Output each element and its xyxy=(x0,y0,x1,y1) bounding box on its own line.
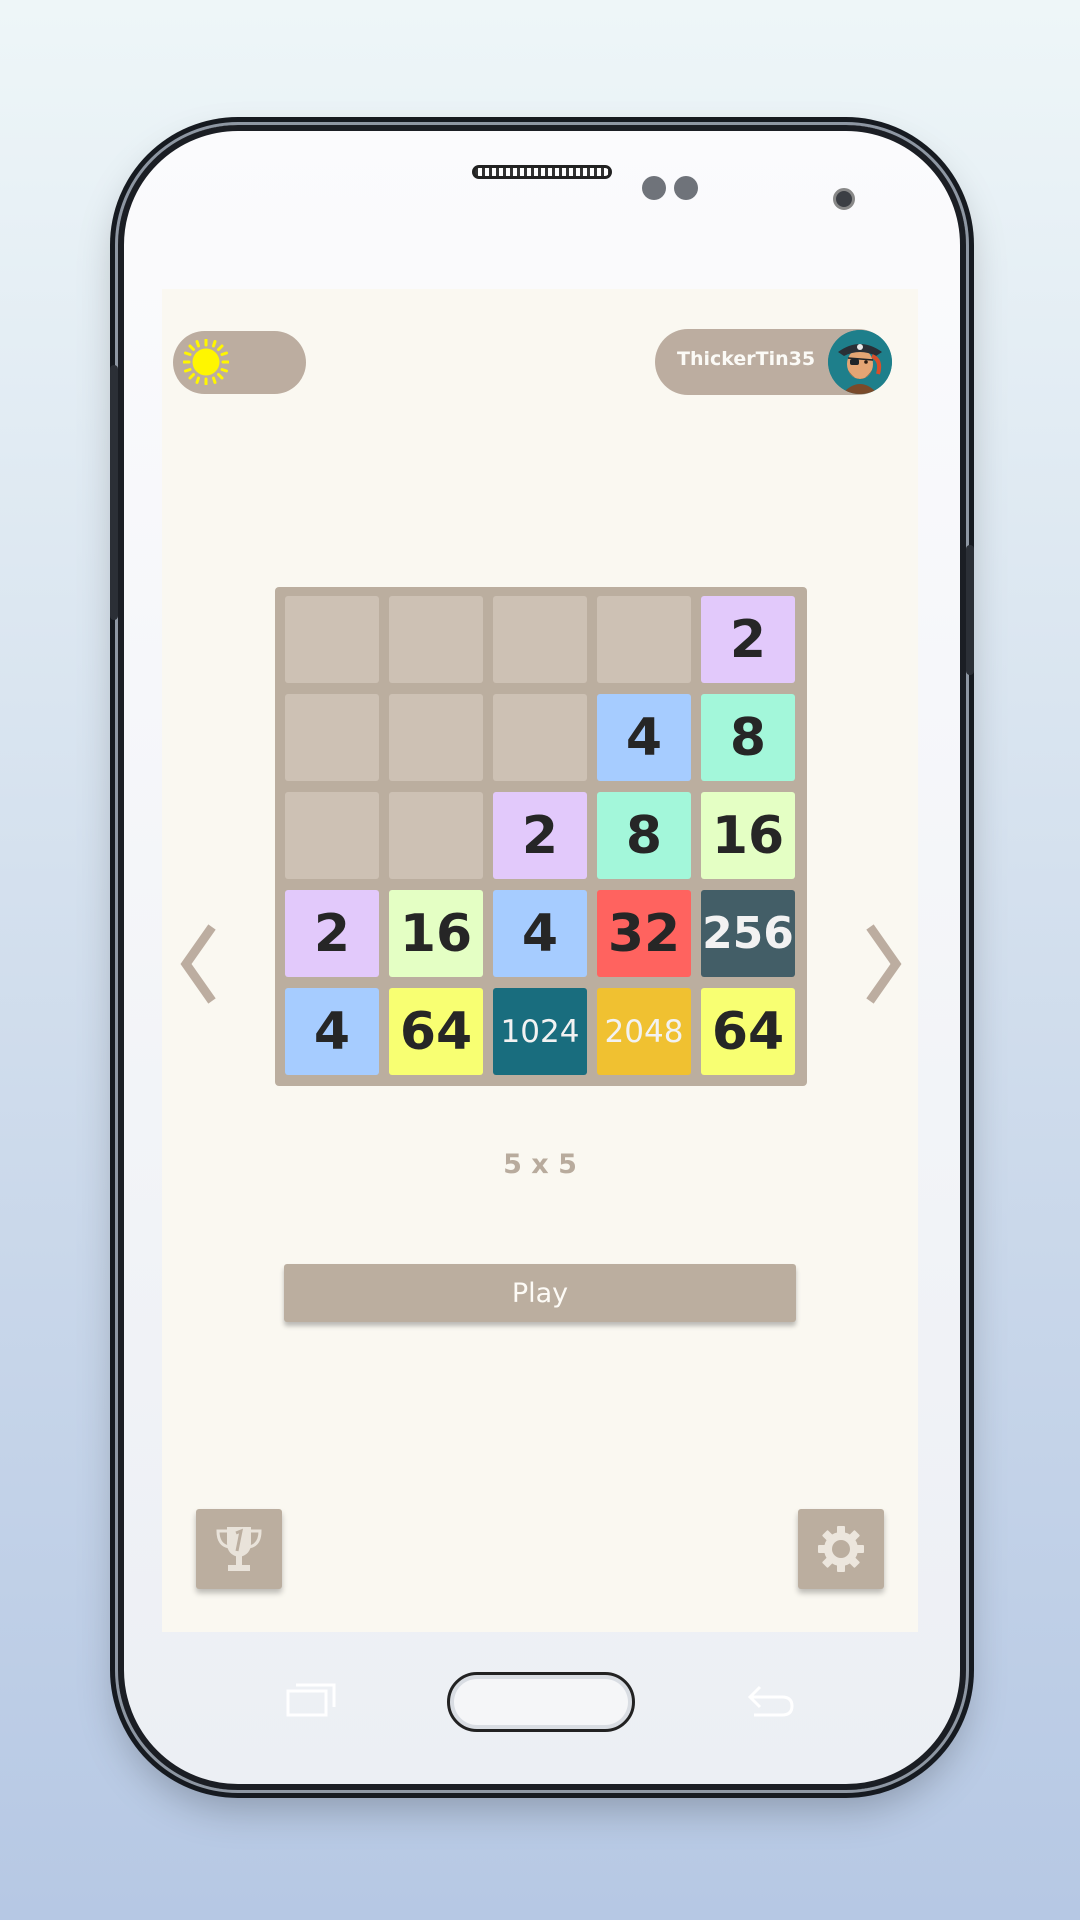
tile-2: 2 xyxy=(701,596,795,683)
tile-2: 2 xyxy=(285,890,379,977)
tile-256: 256 xyxy=(701,890,795,977)
recent-apps-icon[interactable] xyxy=(284,1677,338,1723)
tile-16: 16 xyxy=(701,792,795,879)
theme-toggle[interactable] xyxy=(173,331,306,394)
tile-2048: 2048 xyxy=(597,988,691,1075)
tile-64: 64 xyxy=(701,988,795,1075)
tile-8: 8 xyxy=(701,694,795,781)
user-profile-pill[interactable]: ThickerTin35 xyxy=(655,329,892,395)
game-screen: ThickerTin35 2 4 8 2 8 16 2 16 4 32 256 4 64 1024 2048… xyxy=(162,289,918,1632)
tile-2: 2 xyxy=(493,792,587,879)
proximity-sensor xyxy=(642,176,666,200)
avatar[interactable] xyxy=(828,330,892,394)
earpiece-speaker xyxy=(472,165,612,179)
front-camera xyxy=(833,188,855,210)
tile-32: 32 xyxy=(597,890,691,977)
tile-8: 8 xyxy=(597,792,691,879)
tile-empty xyxy=(597,596,691,683)
chevron-right-icon[interactable] xyxy=(858,919,908,1009)
gear-icon xyxy=(818,1526,864,1572)
pirate-avatar-icon xyxy=(828,330,892,394)
chevron-left-icon[interactable] xyxy=(174,919,224,1009)
tile-empty xyxy=(493,596,587,683)
tile-4: 4 xyxy=(493,890,587,977)
tile-64: 64 xyxy=(389,988,483,1075)
play-button[interactable]: Play xyxy=(284,1264,796,1322)
tile-empty xyxy=(285,694,379,781)
tile-4: 4 xyxy=(285,988,379,1075)
power-button xyxy=(966,545,974,675)
trophy-icon xyxy=(216,1527,262,1571)
tile-empty xyxy=(285,792,379,879)
home-button[interactable] xyxy=(447,1672,635,1732)
game-board[interactable]: 2 4 8 2 8 16 2 16 4 32 256 4 64 1024 2048 64 xyxy=(275,587,807,1086)
tile-empty xyxy=(285,596,379,683)
tile-empty xyxy=(493,694,587,781)
leaderboard-button[interactable] xyxy=(196,1509,282,1589)
sun-icon xyxy=(183,339,229,385)
tile-1024: 1024 xyxy=(493,988,587,1075)
volume-button xyxy=(110,365,118,620)
board-size-label: 5 x 5 xyxy=(503,1149,577,1180)
settings-button[interactable] xyxy=(798,1509,884,1589)
tile-empty xyxy=(389,694,483,781)
username-label: ThickerTin35 xyxy=(677,348,816,370)
tile-empty xyxy=(389,596,483,683)
tile-4: 4 xyxy=(597,694,691,781)
tile-16: 16 xyxy=(389,890,483,977)
light-sensor xyxy=(674,176,698,200)
back-icon[interactable] xyxy=(744,1677,798,1723)
tile-empty xyxy=(389,792,483,879)
